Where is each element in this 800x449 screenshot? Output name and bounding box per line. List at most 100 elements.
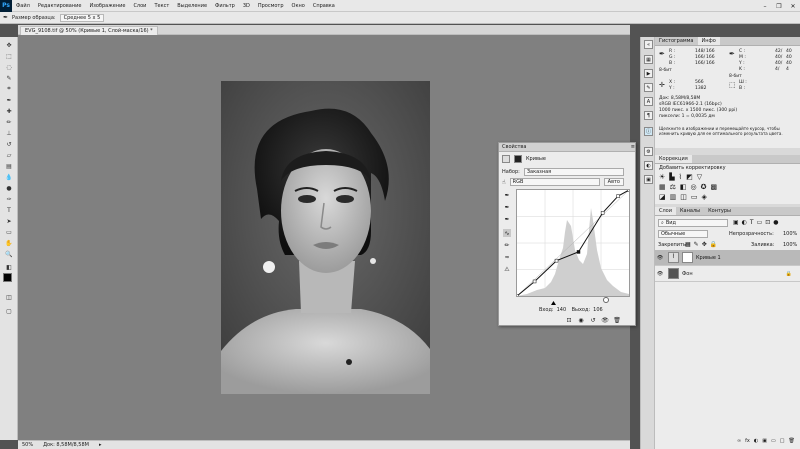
adjustments-panel-icon[interactable]: ◐ [644,161,653,170]
photo-filter-icon[interactable]: ◎ [691,183,697,191]
menu-item-7[interactable]: 3D [239,3,254,9]
gray-point-eyedropper-icon[interactable]: ✒ [503,203,511,211]
white-point-eyedropper-icon[interactable]: ✒ [503,215,511,223]
menu-item-4[interactable]: Текст [150,3,173,9]
blend-mode-dropdown[interactable]: Обычные [658,230,708,238]
brush-tool-icon[interactable]: ✏ [5,118,13,126]
eraser-tool-icon[interactable]: ▱ [5,151,13,159]
tab-info[interactable]: Инфо [697,37,720,45]
white-slider[interactable] [603,297,609,303]
visibility-eye-icon[interactable]: 👁 [655,255,665,261]
hand-tool-icon[interactable]: ✋ [5,239,13,247]
invert-icon[interactable]: ◪ [659,193,666,201]
layer-name[interactable]: Фон [682,271,693,277]
paragraph-panel-icon[interactable]: ¶ [644,111,653,120]
info-panel-icon[interactable]: ⓘ [644,127,653,136]
lock-pixels-icon[interactable]: ✎ [694,241,699,248]
curve-point-6[interactable] [627,188,631,192]
eyedropper-tool-icon[interactable]: ✒ [5,96,13,104]
channel-dropdown[interactable]: RGB [509,178,600,186]
filter-adjustment-icon[interactable]: ◐ [742,219,747,226]
layer-row-background[interactable]: 👁 Фон 🔒 [655,266,800,282]
character-panel-icon[interactable]: A [644,97,653,106]
filter-type-icon[interactable]: T [750,219,754,226]
view-previous-icon[interactable]: ◉ [577,316,585,324]
channel-mixer-icon[interactable]: ✪ [701,183,707,191]
properties-panel-icon[interactable]: ⚙ [644,147,653,156]
curves-graph[interactable] [515,188,631,298]
lock-all-icon[interactable]: 🔒 [710,241,717,248]
curves-adjustment-icon[interactable] [502,155,510,163]
lock-transparent-icon[interactable]: ▦ [685,241,691,248]
black-point-eyedropper-icon[interactable]: ✒ [503,191,511,199]
tab-histogram[interactable]: Гистограмма [655,37,698,45]
hue-saturation-icon[interactable]: ▦ [659,183,666,191]
lock-position-icon[interactable]: ✥ [702,241,707,248]
menu-item-1[interactable]: Редактирование [34,3,86,9]
color-lookup-icon[interactable]: ▩ [711,183,718,191]
edit-points-icon[interactable]: ∿ [503,229,511,237]
dock-collapse-icon[interactable]: « [644,40,653,49]
gradient-map-icon[interactable]: ▭ [691,193,698,201]
brush-panel-icon[interactable]: ✎ [644,83,653,92]
visibility-icon[interactable]: 👁 [601,316,609,324]
curve-point-0[interactable] [515,294,519,298]
portrait-photo[interactable] [221,81,430,394]
input-value[interactable]: 140 [557,307,569,313]
curves-icon[interactable]: ⌇ [679,173,682,181]
move-tool-icon[interactable]: ✥ [5,41,13,49]
menu-item-6[interactable]: Фильтр [211,3,239,9]
document-tab[interactable]: EVG_9108.tif @ 50% (Кривые 1, Слой-маска… [20,26,158,35]
filter-toggle-icon[interactable]: ● [773,219,778,226]
status-arrow-icon[interactable]: ▸ [99,442,102,448]
panel-menu-icon[interactable]: ≡ [631,144,635,150]
restore-button[interactable]: ❐ [772,0,786,12]
close-button[interactable]: ✕ [786,0,800,12]
curve-point-5[interactable] [616,194,620,198]
curves-chart[interactable] [515,188,631,298]
preset-dropdown[interactable]: Заказная [523,168,624,176]
styles-panel-icon[interactable]: ▣ [644,175,653,184]
default-colors-icon[interactable]: ◧ [5,263,13,271]
curve-point-1[interactable] [532,279,537,284]
clone-stamp-tool-icon[interactable]: ⊥ [5,129,13,137]
layer-filter-dropdown[interactable]: Вид [666,220,676,226]
levels-icon[interactable]: ▙ [669,173,674,181]
tab-channels[interactable]: Каналы [676,207,704,215]
output-value[interactable]: 106 [593,307,603,313]
healing-brush-tool-icon[interactable]: ✚ [5,107,13,115]
link-layers-icon[interactable]: ∞ [737,438,741,444]
history-panel-icon[interactable]: ▦ [644,55,653,64]
posterize-icon[interactable]: ▥ [670,193,677,201]
fill-value[interactable]: 100% [783,242,797,248]
black-white-icon[interactable]: ◧ [680,183,687,191]
tab-paths[interactable]: Контуры [704,207,735,215]
tab-corrections[interactable]: Коррекция [655,155,692,163]
menu-item-2[interactable]: Изображение [85,3,129,9]
clip-to-layer-icon[interactable]: ⊡ [565,316,573,324]
gradient-tool-icon[interactable]: ▤ [5,162,13,170]
smooth-curve-icon[interactable]: ≈ [503,253,511,261]
curve-point-3[interactable] [576,250,581,254]
type-tool-icon[interactable]: T [5,206,13,214]
reset-icon[interactable]: ↺ [589,316,597,324]
blur-tool-icon[interactable]: 💧 [5,173,13,181]
layer-name[interactable]: Кривые 1 [696,255,721,261]
clipping-warning-icon[interactable]: ⚠ [503,265,511,273]
menu-item-5[interactable]: Выделение [173,3,211,9]
zoom-level[interactable]: 50% [22,442,33,448]
dodge-tool-icon[interactable]: ● [5,184,13,192]
auto-button[interactable]: Авто [603,178,624,186]
filter-smart-icon[interactable]: ⊡ [765,219,770,226]
delete-icon[interactable]: 🗑 [613,316,621,324]
marquee-tool-icon[interactable]: ⬚ [5,52,13,60]
curve-point-4[interactable] [600,211,605,215]
target-adjust-icon[interactable]: ☝ [502,179,506,186]
actions-panel-icon[interactable]: ▶ [644,69,653,78]
opacity-value[interactable]: 100% [783,231,797,237]
filter-shape-icon[interactable]: ▭ [757,219,763,226]
pen-tool-icon[interactable]: ✑ [5,195,13,203]
menu-item-9[interactable]: Окно [288,3,309,9]
history-brush-tool-icon[interactable]: ↺ [5,140,13,148]
color-balance-icon[interactable]: ⚖ [670,183,676,191]
